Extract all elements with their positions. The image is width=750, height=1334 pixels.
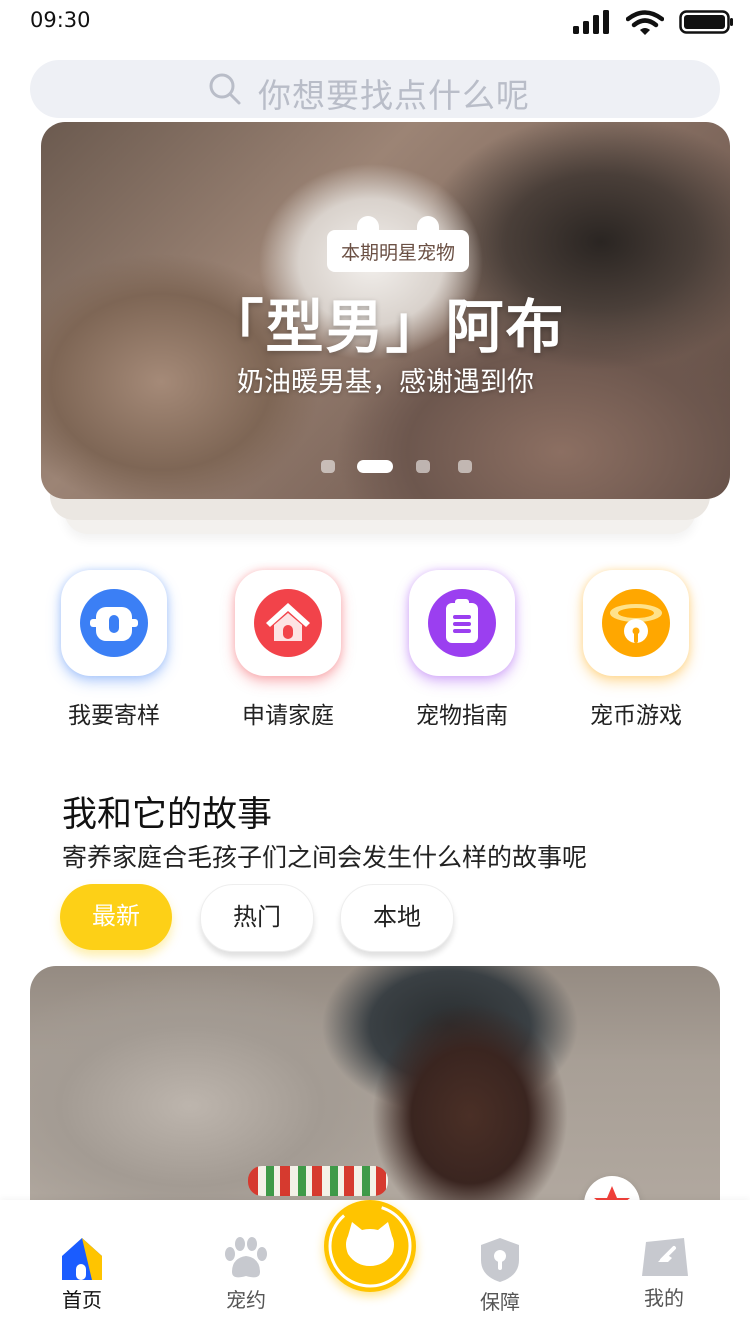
kennel-icon bbox=[80, 589, 148, 657]
search-placeholder: 你想要找点什么呢 bbox=[258, 76, 530, 115]
tab-mine[interactable]: 我的 bbox=[609, 1236, 719, 1311]
banner-subtitle: 奶油暖男基，感谢遇到你 bbox=[237, 367, 534, 398]
banner-badge-label: 本期明星宠物 bbox=[340, 242, 455, 264]
status-time: 09:30 bbox=[30, 8, 91, 32]
tab-protection[interactable]: 保障 bbox=[445, 1236, 555, 1315]
center-action-button[interactable] bbox=[324, 1200, 416, 1292]
bell-collar-icon bbox=[602, 589, 670, 657]
story-card-image[interactable] bbox=[30, 966, 720, 1206]
tab-label: 宠约 bbox=[226, 1288, 266, 1312]
filter-local[interactable]: 本地 bbox=[340, 884, 454, 952]
feature-label: 宠币游戏 bbox=[590, 703, 682, 729]
carousel-dot-active[interactable] bbox=[357, 460, 393, 473]
feature-label: 宠物指南 bbox=[416, 703, 508, 729]
status-bar: 09:30 bbox=[0, 0, 750, 44]
carousel-dot[interactable] bbox=[321, 460, 335, 473]
section-subtitle: 寄养家庭合毛孩子们之间会发生什么样的故事呢 bbox=[62, 843, 588, 872]
signal-icon bbox=[573, 10, 609, 34]
wifi-icon bbox=[626, 10, 664, 35]
shield-icon bbox=[481, 1238, 519, 1282]
tab-label: 我的 bbox=[644, 1286, 684, 1310]
dog-toy bbox=[248, 1166, 388, 1196]
tab-home[interactable]: 首页 bbox=[27, 1236, 137, 1313]
search-bar[interactable]: 你想要找点什么呢 bbox=[30, 60, 720, 118]
paw-icon bbox=[225, 1237, 267, 1278]
feature-label: 我要寄样 bbox=[68, 703, 160, 729]
carousel-dot[interactable] bbox=[458, 460, 472, 473]
battery-icon bbox=[679, 10, 733, 34]
feature-pet-guide[interactable]: 宠物指南 bbox=[409, 570, 515, 729]
tab-label: 首页 bbox=[62, 1288, 102, 1312]
house-icon bbox=[254, 589, 322, 657]
feature-card[interactable] bbox=[409, 570, 515, 676]
feature-card[interactable] bbox=[583, 570, 689, 676]
filter-hot[interactable]: 热门 bbox=[200, 884, 314, 952]
section-title: 我和它的故事 bbox=[62, 795, 273, 835]
clipboard-icon bbox=[428, 589, 496, 657]
feature-card[interactable] bbox=[235, 570, 341, 676]
feature-label: 申请家庭 bbox=[242, 703, 334, 729]
banner-title: 「型男」阿布 bbox=[205, 293, 566, 361]
feature-send-sample[interactable]: 我要寄样 bbox=[61, 570, 167, 729]
tab-label: 保障 bbox=[480, 1290, 520, 1314]
filter-latest[interactable]: 最新 bbox=[60, 884, 172, 950]
banner-badge: 本期明星宠物 bbox=[327, 216, 469, 272]
hero-banner[interactable]: 本期明星宠物 「型男」阿布 奶油暖男基，感谢遇到你 bbox=[41, 122, 730, 499]
feature-coin-game[interactable]: 宠币游戏 bbox=[583, 570, 689, 729]
search-icon bbox=[209, 73, 241, 105]
carousel-dot[interactable] bbox=[416, 460, 430, 473]
tab-date[interactable]: 宠约 bbox=[191, 1236, 301, 1313]
feature-card[interactable] bbox=[61, 570, 167, 676]
cat-face-icon bbox=[328, 1204, 412, 1288]
feature-apply-family[interactable]: 申请家庭 bbox=[235, 570, 341, 729]
profile-card-icon bbox=[642, 1238, 688, 1276]
home-icon bbox=[62, 1238, 102, 1280]
